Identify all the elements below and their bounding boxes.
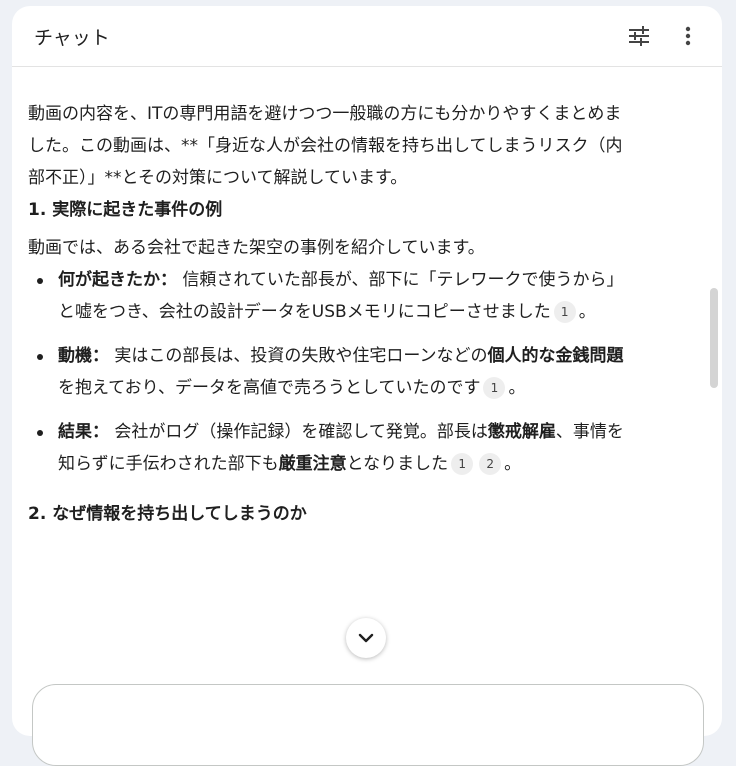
item-bold: 個人的な金銭問題 [487, 346, 624, 366]
item-text: となりました [346, 454, 449, 474]
citation-chip[interactable]: 1 [553, 301, 576, 323]
item-end: 。 [504, 454, 522, 474]
item-end: 。 [508, 378, 526, 398]
citation-chip[interactable]: 1 [451, 453, 474, 475]
section-1-heading: 1. 実際に起きた事件の例 [28, 200, 223, 220]
item-label: 動機： [58, 346, 109, 366]
scroll-to-bottom-button[interactable] [346, 618, 386, 658]
list-item: 動機： 実はこの部長は、投資の失敗や住宅ローンなどの個人的な金銭問題を抱えており… [37, 340, 638, 404]
more-vert-icon[interactable] [674, 22, 702, 50]
citation-chip[interactable]: 1 [483, 377, 506, 399]
prompt-input-box[interactable] [32, 684, 704, 766]
item-bold: 懲戒解雇 [487, 422, 556, 442]
citation-chip[interactable]: 2 [479, 453, 502, 475]
item-text: 会社がログ（操作記録）を確認して発覚。部長は [114, 422, 488, 442]
scrollbar-thumb[interactable] [710, 288, 718, 388]
assistant-message: 動画の内容を、ITの専門用語を避けつつ一般職の方にも分かりやすくまとめました。こ… [28, 98, 638, 536]
item-label: 結果： [58, 422, 109, 442]
list-item: 何が起きたか： 信頼されていた部長が、部下に「テレワークで使うから」と嘘をつき、… [37, 264, 638, 328]
intro-paragraph: 動画の内容を、ITの専門用語を避けつつ一般職の方にも分かりやすくまとめました。こ… [28, 104, 623, 188]
item-end: 。 [578, 302, 596, 322]
chevron-down-icon [358, 633, 374, 643]
chat-title: チャット [34, 27, 110, 49]
section-2-heading: 2. なぜ情報を持ち出してしまうのか [28, 504, 307, 524]
item-label: 何が起きたか： [58, 270, 177, 290]
tune-icon[interactable] [625, 22, 653, 50]
section-1-lead: 動画では、ある会社で起きた架空の事例を紹介しています。 [28, 238, 485, 258]
item-bold: 厳重注意 [278, 454, 347, 474]
item-text: 実はこの部長は、投資の失敗や住宅ローンなどの [114, 346, 488, 366]
chat-header: チャット [12, 6, 722, 67]
list-item: 結果： 会社がログ（操作記録）を確認して発覚。部長は懲戒解雇、事情を知らずに手伝… [37, 416, 638, 480]
item-text: を抱えており、データを高値で売ろうとしていたのです [58, 378, 481, 398]
example-list: 何が起きたか： 信頼されていた部長が、部下に「テレワークで使うから」と嘘をつき、… [28, 264, 638, 480]
